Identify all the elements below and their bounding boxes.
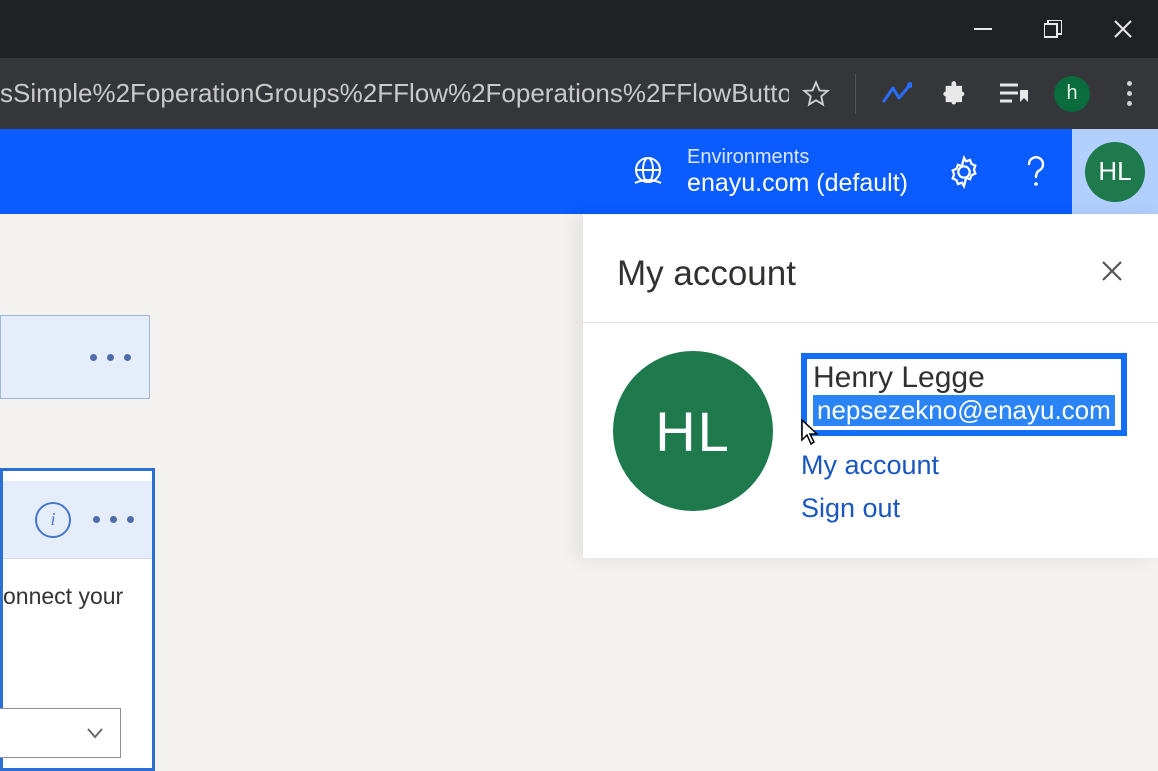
kebab-dot-icon	[1127, 101, 1132, 106]
email-highlight-box: Henry Legge nepsezekno@enayu.com	[801, 353, 1127, 436]
minimize-icon	[974, 28, 992, 30]
browser-url-bar: sSimple%2FoperationGroups%2FFlow%2Fopera…	[0, 58, 1158, 129]
more-menu-button[interactable]	[93, 516, 134, 523]
dot-icon	[93, 516, 100, 523]
my-account-link[interactable]: My account	[801, 450, 1127, 481]
sign-out-link[interactable]: Sign out	[801, 493, 1127, 524]
account-flyout: My account HL Henry Legge nepsezekno@ena…	[583, 214, 1158, 558]
reading-list-button[interactable]	[996, 77, 1030, 111]
dot-icon	[124, 354, 131, 361]
window-titlebar	[0, 0, 1158, 58]
divider	[855, 74, 856, 114]
avatar-initials: HL	[655, 399, 731, 464]
maximize-icon	[1044, 20, 1062, 38]
close-flyout-button[interactable]	[1100, 258, 1124, 290]
flow-action-card[interactable]: i onnect your	[0, 468, 155, 771]
connect-text: onnect your	[3, 559, 152, 610]
flow-step-card[interactable]	[0, 315, 150, 399]
puzzle-icon	[941, 80, 969, 108]
browser-profile-initial: h	[1066, 82, 1077, 105]
dropdown[interactable]	[0, 708, 121, 758]
dot-icon	[90, 354, 97, 361]
settings-button[interactable]	[942, 150, 986, 194]
environment-picker[interactable]: Environments enayu.com (default)	[629, 146, 908, 198]
content-area: i onnect your My account	[0, 214, 1158, 756]
flow-extension-button[interactable]	[880, 77, 914, 111]
user-name: Henry Legge	[813, 361, 1115, 395]
dot-icon	[127, 516, 134, 523]
close-window-button[interactable]	[1100, 11, 1146, 47]
environment-name: enayu.com (default)	[687, 169, 908, 198]
flow-extension-icon	[882, 81, 912, 107]
kebab-dot-icon	[1127, 81, 1132, 86]
star-icon	[802, 80, 830, 108]
help-icon	[1024, 154, 1048, 190]
dot-icon	[107, 354, 114, 361]
reading-list-icon	[998, 80, 1028, 108]
more-menu-button[interactable]	[90, 354, 131, 361]
bookmark-star-button[interactable]	[801, 79, 831, 109]
cursor-icon	[799, 418, 821, 446]
user-email[interactable]: nepsezekno@enayu.com	[813, 395, 1115, 426]
account-button[interactable]: HL	[1072, 129, 1158, 214]
close-icon	[1100, 259, 1124, 283]
globe-icon	[629, 153, 667, 191]
avatar-initials: HL	[1098, 156, 1131, 187]
info-icon[interactable]: i	[35, 502, 71, 538]
extensions-button[interactable]	[938, 77, 972, 111]
kebab-dot-icon	[1127, 91, 1132, 96]
maximize-button[interactable]	[1030, 11, 1076, 47]
help-button[interactable]	[1014, 150, 1058, 194]
minimize-button[interactable]	[960, 11, 1006, 47]
app-header: Environments enayu.com (default) HL	[0, 129, 1158, 214]
gear-icon	[947, 155, 981, 189]
dot-icon	[110, 516, 117, 523]
flyout-title: My account	[617, 254, 796, 294]
avatar: HL	[1085, 142, 1145, 202]
chevron-down-icon	[86, 724, 104, 742]
browser-profile-button[interactable]: h	[1054, 76, 1090, 112]
url-text[interactable]: sSimple%2FoperationGroups%2FFlow%2Fopera…	[0, 78, 789, 109]
flow-action-header: i	[3, 481, 152, 559]
browser-menu-button[interactable]	[1114, 81, 1144, 106]
close-icon	[1114, 20, 1132, 38]
environment-label: Environments	[687, 146, 908, 169]
avatar-large: HL	[613, 351, 773, 511]
